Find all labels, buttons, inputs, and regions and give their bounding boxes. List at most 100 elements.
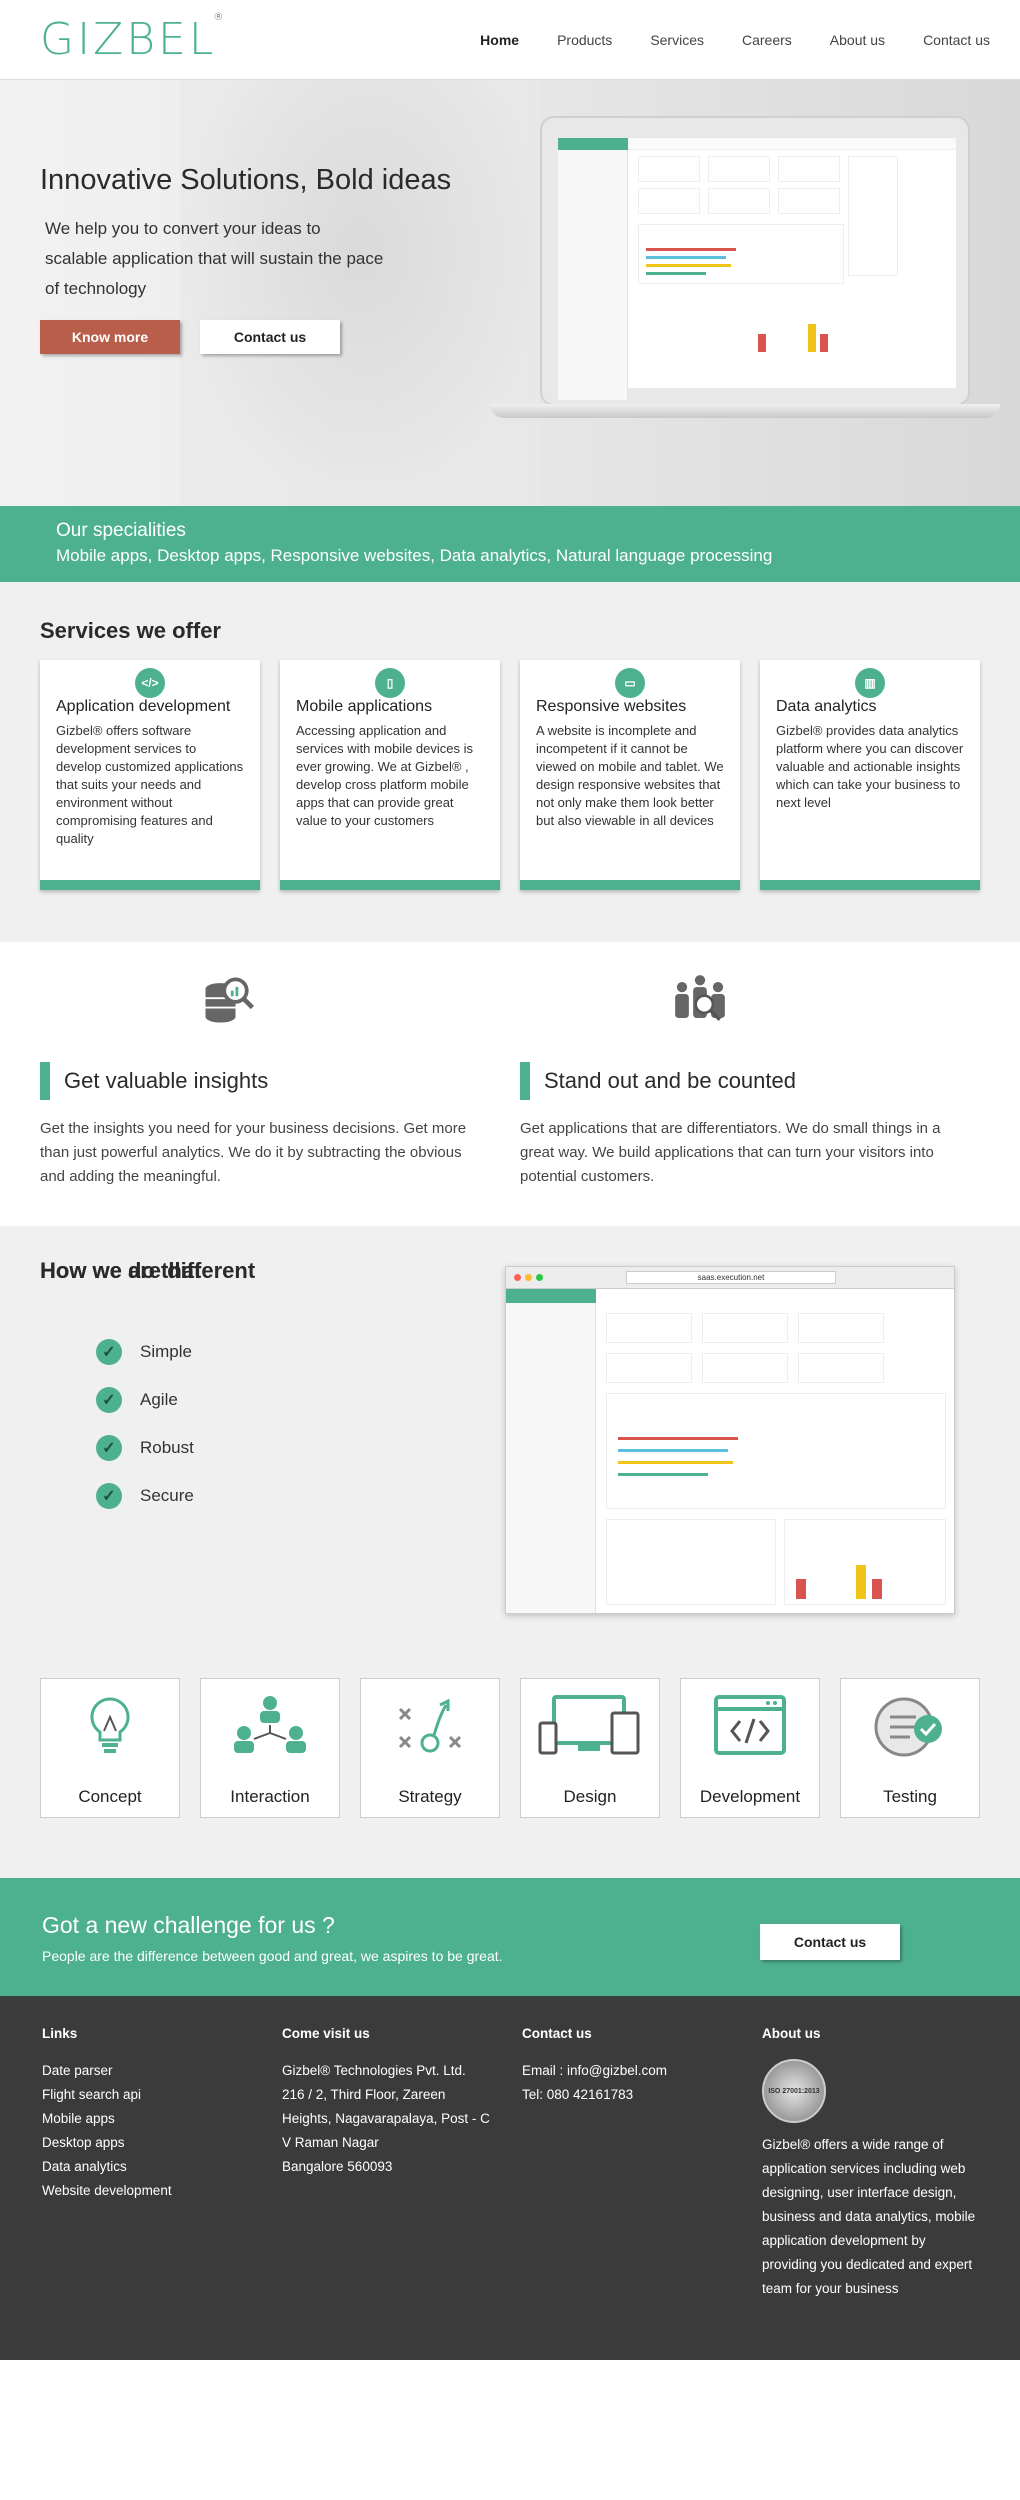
footer-links-title: Links	[42, 2026, 78, 2041]
differentiators-list: ✓ Simple ✓ Agile ✓ Robust ✓ Secure	[96, 1328, 194, 1520]
step-label: Concept	[78, 1787, 142, 1806]
step-interaction[interactable]: Interaction	[200, 1678, 340, 1818]
insight-text: Get applications that are differentiator…	[520, 1120, 941, 1185]
list-item: ✓ Secure	[96, 1472, 194, 1520]
registered-mark: ®	[213, 12, 227, 23]
contact-email[interactable]: Email : info@gizbel.com	[522, 2059, 742, 2083]
nav-home[interactable]: Home	[480, 32, 519, 48]
site-footer: Links Date parser Flight search api Mobi…	[0, 1996, 1020, 2360]
service-card-app-dev[interactable]: </> Application development Gizbel® offe…	[40, 660, 260, 890]
cta-title: Got a new challenge for us ?	[42, 1912, 335, 1938]
cta-banner: Got a new challenge for us ? People are …	[0, 1878, 1020, 1996]
insights-section: Get valuable insights Get the insights y…	[0, 942, 1020, 1226]
code-window-icon	[714, 1695, 786, 1755]
strategy-icon	[398, 1698, 462, 1753]
nav-services[interactable]: Services	[650, 32, 704, 48]
service-card-analytics[interactable]: ▥ Data analytics Gizbel® provides data a…	[760, 660, 980, 890]
network-icon	[234, 1696, 306, 1753]
different-section: How we are different ✓ Simple ✓ Agile ✓ Rob…	[0, 1226, 1020, 1878]
services-section: Services we offer </> Application develo…	[0, 582, 1020, 942]
devices-icon	[538, 1695, 640, 1755]
specialities-list: Mobile apps, Desktop apps, Responsive we…	[56, 546, 773, 565]
footer-about-column: About us ISO 27001:2013 Gizbel® offers a…	[762, 2026, 982, 2301]
services-cards: </> Application development Gizbel® offe…	[40, 660, 980, 890]
step-label: Design	[563, 1787, 617, 1806]
service-card-responsive[interactable]: ▭ Responsive websites A website is incom…	[520, 660, 740, 890]
service-card-text: A website is incomplete and incompetent …	[536, 723, 724, 828]
service-card-title: Application development	[56, 698, 231, 715]
hero-subtitle: We help you to convert your ideas to sca…	[45, 219, 384, 298]
footer-contact-column: Contact us Email : info@gizbel.com Tel: …	[522, 2026, 742, 2107]
code-icon: </>	[135, 668, 165, 698]
process-steps: Concept Interaction Strategy Design Deve…	[40, 1678, 980, 1818]
footer-link-web-dev[interactable]: Website development	[42, 2179, 262, 2203]
step-label: Testing	[883, 1787, 937, 1806]
address-line: 216 / 2, Third Floor, Zareen	[282, 2087, 446, 2102]
nav-about-us[interactable]: About us	[830, 32, 885, 48]
step-label: Strategy	[398, 1787, 462, 1806]
footer-visit-column: Come visit us Gizbel® Technologies Pvt. …	[282, 2026, 502, 2179]
step-strategy[interactable]: Strategy	[360, 1678, 500, 1818]
hero-contact-button[interactable]: Contact us	[200, 320, 340, 354]
list-item: ✓ Robust	[96, 1424, 194, 1472]
footer-link-desktop-apps[interactable]: Desktop apps	[42, 2131, 262, 2155]
nav-products[interactable]: Products	[557, 32, 612, 48]
footer-visit-title: Come visit us	[282, 2026, 370, 2041]
footer-about-title: About us	[762, 2026, 821, 2041]
footer-link-date-parser[interactable]: Date parser	[42, 2059, 262, 2083]
contact-phone[interactable]: Tel: 080 42161783	[522, 2083, 742, 2107]
footer-link-mobile-apps[interactable]: Mobile apps	[42, 2107, 262, 2131]
bulb-icon	[90, 1697, 130, 1753]
step-concept[interactable]: Concept	[40, 1678, 180, 1818]
service-card-text: Gizbel® provides data analytics platform…	[776, 723, 964, 810]
close-dot-icon	[514, 1274, 521, 1281]
nav-careers[interactable]: Careers	[742, 32, 792, 48]
nav-contact-us[interactable]: Contact us	[923, 32, 990, 48]
footer-link-data-analytics[interactable]: Data analytics	[42, 2155, 262, 2179]
about-text: Gizbel® offers a wide range of applicati…	[762, 2137, 976, 2296]
chart-icon: ▥	[855, 668, 885, 698]
list-item: ✓ Simple	[96, 1328, 194, 1376]
cta-contact-button[interactable]: Contact us	[760, 1924, 900, 1960]
address-line: Heights, Nagavarapalaya, Post - C	[282, 2111, 490, 2126]
specialities-title: Our specialities	[56, 520, 186, 541]
iso-badge: ISO 27001:2013	[762, 2059, 826, 2123]
list-item-label: Secure	[140, 1486, 194, 1505]
insight-title: Stand out and be counted	[520, 1062, 796, 1100]
check-icon: ✓	[96, 1387, 122, 1413]
footer-link-flight-search[interactable]: Flight search api	[42, 2083, 262, 2107]
services-heading: Services we offer	[40, 618, 221, 643]
service-card-text: Gizbel® offers software development serv…	[56, 723, 244, 846]
browser-dashboard-mockup: saas.execution.net	[505, 1266, 955, 1614]
check-icon: ✓	[96, 1483, 122, 1509]
database-search-icon	[205, 977, 255, 1023]
step-label: Development	[699, 1787, 801, 1806]
step-testing[interactable]: Testing	[840, 1678, 980, 1818]
hero-title: Innovative Solutions, Bold ideas	[40, 164, 452, 196]
address-line: V Raman Nagar	[282, 2135, 379, 2150]
iso-badge-text: ISO 27001:2013	[768, 2087, 820, 2095]
service-card-mobile[interactable]: ▯ Mobile applications Accessing applicat…	[280, 660, 500, 890]
laptop-dashboard-mockup	[490, 116, 1000, 442]
service-card-text: Accessing application and services with …	[296, 723, 474, 828]
service-card-title: Responsive websites	[536, 698, 687, 715]
list-item: ✓ Agile	[96, 1376, 194, 1424]
step-design[interactable]: Design	[520, 1678, 660, 1818]
cta-text: People are the difference between good a…	[42, 1948, 503, 1964]
hero-section: Innovative Solutions, Bold ideas We help…	[0, 80, 1020, 506]
monitor-icon: ▭	[615, 668, 645, 698]
step-development[interactable]: Development	[680, 1678, 820, 1818]
know-more-button[interactable]: Know more	[40, 320, 180, 354]
service-card-title: Mobile applications	[296, 698, 433, 715]
footer-contact-title: Contact us	[522, 2026, 592, 2041]
address-line: Bangalore 560093	[282, 2159, 393, 2174]
logo[interactable]: GIZBEL ®	[40, 12, 223, 65]
checklist-icon	[874, 1697, 942, 1757]
service-card-title: Data analytics	[776, 698, 877, 715]
list-item-label: Simple	[140, 1342, 192, 1361]
people-search-icon	[675, 975, 725, 1021]
site-header: GIZBEL ® Home Products Services Careers …	[0, 0, 1020, 80]
logo-text: GIZBEL	[40, 14, 217, 65]
main-nav: Home Products Services Careers About us …	[480, 32, 990, 48]
specialities-banner: Our specialities Mobile apps, Desktop ap…	[0, 506, 1020, 582]
